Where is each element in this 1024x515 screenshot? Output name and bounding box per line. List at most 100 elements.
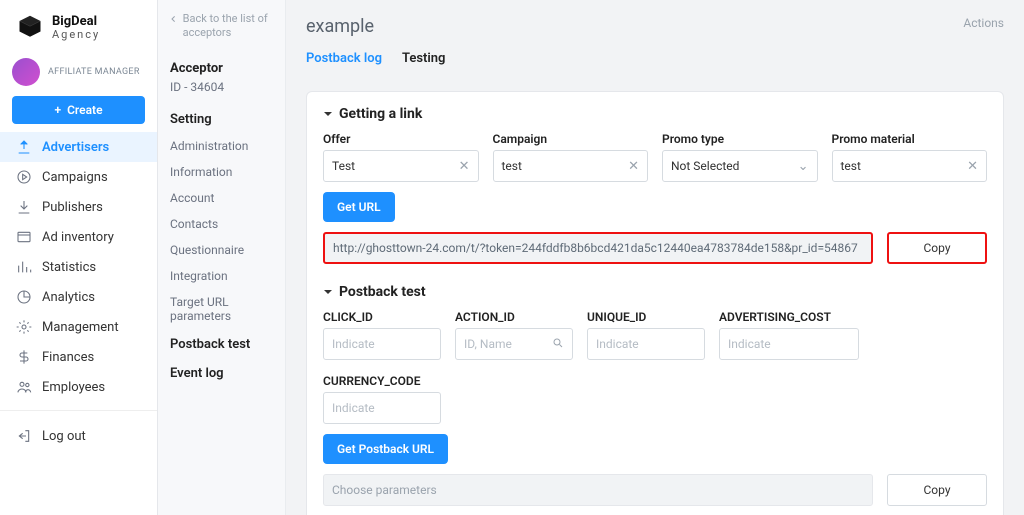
acceptor-title: Acceptor: [158, 51, 285, 80]
unique-id-label: UNIQUE_ID: [587, 310, 705, 324]
group-postback-test[interactable]: Postback test: [158, 329, 285, 358]
main-nav: Advertisers Campaigns Publishers Ad inve…: [0, 132, 157, 402]
bar-chart-icon: [16, 259, 32, 275]
choose-row: Choose parameters Copy: [323, 474, 987, 506]
back-label: Back to the list of acceptors: [183, 12, 273, 41]
copy-postback-button[interactable]: Copy: [887, 474, 987, 506]
currency-input[interactable]: [323, 392, 441, 424]
click-id-label: CLICK_ID: [323, 310, 441, 324]
nav-analytics[interactable]: Analytics: [0, 282, 157, 312]
main-content: example Actions Postback log Testing Get…: [286, 0, 1024, 515]
campaign-input[interactable]: test ✕: [493, 150, 649, 182]
item-target-url-params[interactable]: Target URL parameters: [158, 289, 285, 329]
nav-ad-inventory[interactable]: Ad inventory: [0, 222, 157, 252]
item-account[interactable]: Account: [158, 185, 285, 211]
window-icon: [16, 229, 32, 245]
promo-type-label: Promo type: [662, 132, 818, 146]
nav-label: Campaigns: [42, 170, 108, 185]
actions-link[interactable]: Actions: [963, 16, 1004, 30]
logout-icon: [16, 428, 32, 444]
clear-icon[interactable]: ✕: [459, 159, 470, 174]
adv-cost-label: ADVERTISING_COST: [719, 310, 859, 324]
nav-label: Log out: [42, 429, 86, 444]
unique-id-field[interactable]: [596, 337, 696, 351]
adv-cost-field[interactable]: [728, 337, 850, 351]
get-url-button[interactable]: Get URL: [323, 192, 395, 222]
nav-label: Management: [42, 320, 119, 335]
nav-advertisers[interactable]: Advertisers: [0, 132, 157, 162]
currency-field[interactable]: [332, 401, 432, 415]
main-sidebar: BigDeal Agency AFFILIATE MANAGER + Creat…: [0, 0, 158, 515]
campaign-value: test: [502, 159, 522, 173]
offer-input[interactable]: Test✕: [323, 150, 479, 182]
page-title: example: [306, 16, 374, 37]
search-icon[interactable]: [552, 337, 564, 352]
clear-icon[interactable]: ✕: [628, 159, 639, 174]
section-label: Postback test: [339, 284, 426, 300]
click-id-input[interactable]: [323, 328, 441, 360]
secondary-sidebar: Back to the list of acceptors Acceptor I…: [158, 0, 286, 515]
get-postback-url-button[interactable]: Get Postback URL: [323, 434, 448, 464]
gear-icon: [16, 319, 32, 335]
postback-fields: CLICK_ID ACTION_ID UNIQUE_ID ADVERTISING…: [323, 310, 987, 424]
nav-finances[interactable]: Finances: [0, 342, 157, 372]
brand-sub: Agency: [52, 28, 100, 41]
field-campaign: Campaign test ✕: [493, 132, 649, 182]
nav-campaigns[interactable]: Campaigns: [0, 162, 157, 192]
logout-section: Log out: [0, 410, 157, 451]
action-id-input[interactable]: [455, 328, 573, 360]
nav-publishers[interactable]: Publishers: [0, 192, 157, 222]
promo-type-value: Not Selected: [671, 159, 739, 173]
action-id-field[interactable]: [464, 337, 552, 351]
promo-material-label: Promo material: [832, 132, 988, 146]
click-id-field[interactable]: [332, 337, 432, 351]
user-role: AFFILIATE MANAGER: [48, 67, 140, 77]
nav-logout[interactable]: Log out: [0, 421, 157, 451]
promo-material-input[interactable]: test✕: [832, 150, 988, 182]
group-event-log[interactable]: Event log: [158, 358, 285, 387]
field-currency: CURRENCY_CODE: [323, 374, 441, 424]
dollar-icon: [16, 349, 32, 365]
chevron-left-icon: [170, 14, 177, 24]
promo-type-select[interactable]: Not Selected⌄: [662, 150, 818, 182]
campaign-label: Campaign: [493, 132, 649, 146]
create-label: Create: [67, 103, 102, 117]
choose-parameters[interactable]: Choose parameters: [323, 474, 873, 506]
generated-url[interactable]: http://ghosttown-24.com/t/?token=244fddf…: [323, 232, 873, 264]
nav-label: Analytics: [42, 290, 95, 305]
copy-url-button[interactable]: Copy: [887, 232, 987, 264]
item-contacts[interactable]: Contacts: [158, 211, 285, 237]
field-unique-id: UNIQUE_ID: [587, 310, 705, 360]
tabs: Postback log Testing: [306, 49, 1004, 77]
nav-label: Ad inventory: [42, 230, 114, 245]
pie-chart-icon: [16, 289, 32, 305]
unique-id-input[interactable]: [587, 328, 705, 360]
tab-testing[interactable]: Testing: [402, 49, 445, 76]
item-questionnaire[interactable]: Questionnaire: [158, 237, 285, 263]
topbar: example Actions: [306, 16, 1004, 49]
adv-cost-input[interactable]: [719, 328, 859, 360]
nav-label: Statistics: [42, 260, 96, 275]
tab-postback-log[interactable]: Postback log: [306, 49, 382, 76]
plus-icon: +: [54, 103, 61, 117]
field-adv-cost: ADVERTISING_COST: [719, 310, 859, 360]
download-icon: [16, 199, 32, 215]
section-postback-test[interactable]: Postback test: [323, 284, 987, 300]
nav-statistics[interactable]: Statistics: [0, 252, 157, 282]
item-integration[interactable]: Integration: [158, 263, 285, 289]
nav-employees[interactable]: Employees: [0, 372, 157, 402]
nav-management[interactable]: Management: [0, 312, 157, 342]
item-information[interactable]: Information: [158, 159, 285, 185]
play-circle-icon: [16, 169, 32, 185]
caret-down-icon: [323, 109, 333, 119]
clear-icon[interactable]: ✕: [967, 159, 978, 174]
section-getting-link[interactable]: Getting a link: [323, 106, 987, 122]
user-row: AFFILIATE MANAGER: [0, 52, 157, 96]
back-link[interactable]: Back to the list of acceptors: [158, 12, 285, 51]
field-action-id: ACTION_ID: [455, 310, 573, 360]
currency-label: CURRENCY_CODE: [323, 374, 441, 388]
avatar: [12, 58, 40, 86]
action-id-label: ACTION_ID: [455, 310, 573, 324]
item-administration[interactable]: Administration: [158, 133, 285, 159]
create-button[interactable]: + Create: [12, 96, 145, 124]
